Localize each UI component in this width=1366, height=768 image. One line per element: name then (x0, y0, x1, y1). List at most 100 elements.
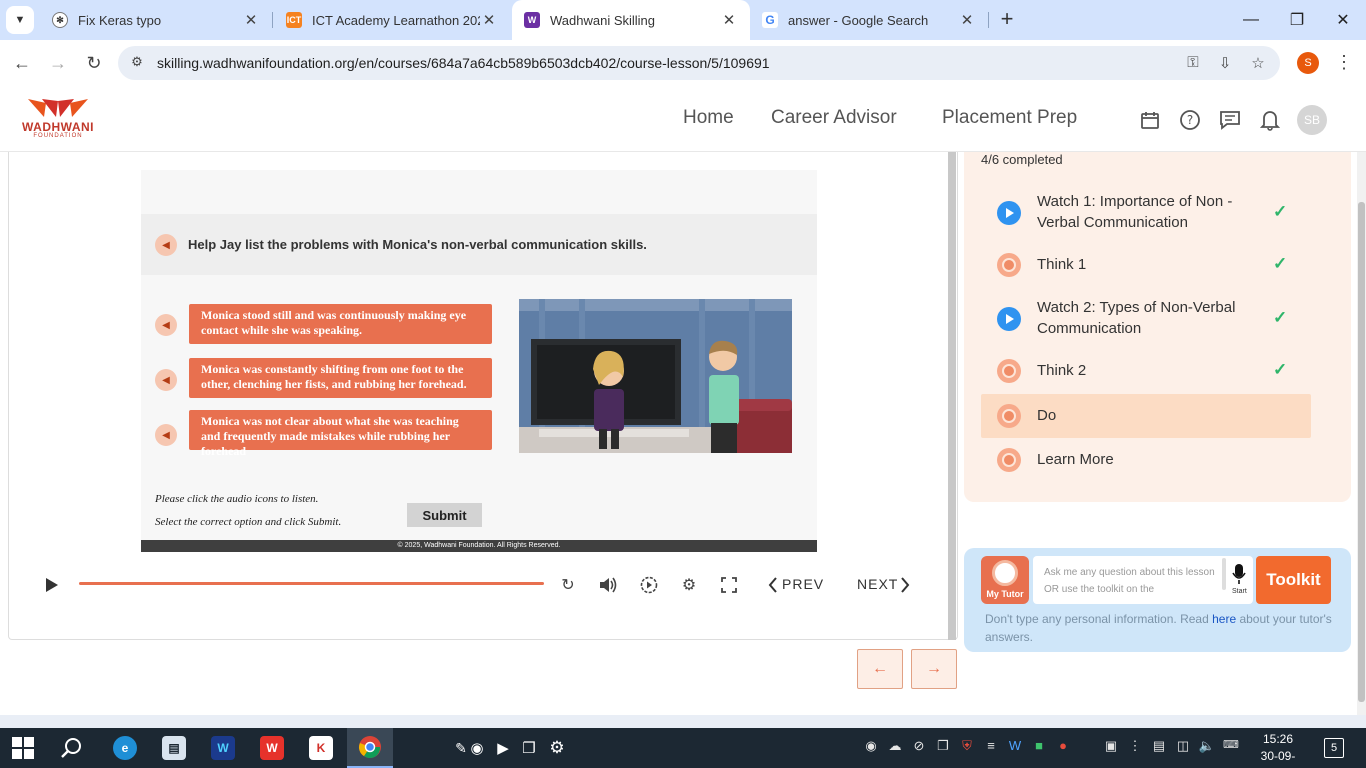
disclaimer-link[interactable]: here (1212, 612, 1236, 626)
playback-speed-icon[interactable] (638, 574, 660, 596)
new-tab-button[interactable]: + (996, 8, 1018, 32)
gear-icon[interactable]: ⚙ (544, 728, 570, 768)
chat-icon[interactable] (1217, 107, 1243, 133)
app-icon[interactable]: K (298, 728, 344, 768)
option-audio-button[interactable]: ◀ (155, 369, 177, 391)
tray-icon[interactable]: W (1006, 738, 1024, 756)
nav-career-advisor[interactable]: Career Advisor (771, 107, 897, 129)
network-icon[interactable]: ◫ (1174, 738, 1192, 756)
video-icon[interactable]: ▶ (492, 728, 514, 768)
window-icon[interactable]: ❐ (518, 728, 540, 768)
profile-avatar[interactable]: S (1297, 52, 1319, 74)
site-info-icon[interactable]: ⚙ (128, 54, 146, 72)
bookmark-star-icon[interactable]: ☆ (1249, 54, 1267, 72)
tray-icon[interactable]: ≡ (982, 738, 1000, 756)
tray-icon[interactable]: ◉ (862, 738, 880, 756)
outline-item-think-1[interactable]: Think 1 ✓ (981, 243, 1311, 287)
network-off-icon[interactable]: ⊘ (910, 738, 928, 756)
play-icon[interactable] (42, 574, 62, 596)
answer-option-2[interactable]: Monica was constantly shifting from one … (189, 358, 492, 398)
install-app-icon[interactable]: ⇩ (1216, 54, 1234, 72)
volume-icon[interactable] (597, 574, 619, 596)
nav-placement-prep[interactable]: Placement Prep (942, 107, 1077, 129)
settings-gear-icon[interactable]: ⚙ (678, 574, 700, 596)
option-audio-button[interactable]: ◀ (155, 314, 177, 336)
shield-icon[interactable]: ⛨ (958, 738, 976, 756)
close-tab-icon[interactable]: ✕ (720, 11, 738, 29)
browser-tab[interactable]: G answer - Google Search ✕ (750, 0, 988, 40)
search-icon[interactable] (49, 728, 95, 768)
edge-browser-icon[interactable]: e (102, 728, 148, 768)
toolkit-button[interactable]: Toolkit (1256, 556, 1331, 604)
input-scrollbar[interactable] (1222, 558, 1226, 590)
language-icon[interactable]: ⌨ (1222, 738, 1240, 756)
outline-item-watch-2[interactable]: Watch 2: Types of Non-Verbal Communicati… (981, 297, 1311, 341)
close-window-button[interactable]: ✕ (1320, 0, 1366, 40)
submit-button[interactable]: Submit (407, 503, 482, 527)
my-tutor-button[interactable]: My Tutor (981, 556, 1029, 604)
taskbar-clock[interactable]: 15:26 30-09-2025 (1248, 731, 1308, 768)
microphone-icon[interactable] (1232, 563, 1246, 585)
next-button[interactable]: NEXT (857, 576, 898, 592)
seek-bar[interactable] (79, 582, 544, 585)
fullscreen-icon[interactable] (718, 574, 740, 596)
player-scrollbar[interactable] (948, 152, 956, 640)
outline-item-think-2[interactable]: Think 2 ✓ (981, 349, 1311, 393)
forward-arrow-icon[interactable]: → (45, 50, 71, 76)
url-text[interactable]: skilling.wadhwanifoundation.org/en/cours… (157, 55, 770, 71)
user-avatar[interactable]: SB (1297, 105, 1327, 135)
tab-separator (988, 12, 989, 28)
answer-option-1[interactable]: Monica stood still and was continuously … (189, 304, 492, 344)
next-lesson-button[interactable]: → (911, 649, 957, 689)
app-icon[interactable]: ▤ (151, 728, 197, 768)
chrome-icon[interactable] (347, 728, 393, 768)
option-audio-button[interactable]: ◀ (155, 424, 177, 446)
reload-icon[interactable]: ↻ (81, 50, 107, 76)
camera-icon[interactable]: ◉ (466, 728, 488, 768)
more-menu-icon[interactable]: ⋮ (1335, 52, 1353, 74)
replay-icon[interactable]: ↻ (557, 574, 579, 596)
notification-center-icon[interactable]: 5 (1324, 738, 1344, 758)
tray-icon[interactable]: ▣ (1102, 738, 1120, 756)
outline-item-learn-more[interactable]: Learn More (981, 438, 1311, 482)
browser-tab-active[interactable]: W Wadhwani Skilling ✕ (512, 0, 750, 40)
chevron-right-icon[interactable] (898, 574, 912, 596)
window-icon[interactable]: ❐ (934, 738, 952, 756)
page-scrollbar[interactable] (1357, 152, 1366, 715)
ict-icon: ICT (286, 12, 302, 28)
browser-tab[interactable]: ✻ Fix Keras typo ✕ (40, 0, 272, 40)
chevron-left-icon[interactable] (766, 574, 780, 596)
close-tab-icon[interactable]: ✕ (480, 11, 498, 29)
volume-muted-icon[interactable]: 🔈 (1198, 738, 1216, 756)
wadhwani-logo[interactable]: WADHWANI FOUNDATION (16, 97, 100, 141)
address-bar[interactable]: ⚙ skilling.wadhwanifoundation.org/en/cou… (118, 46, 1280, 80)
outline-item-watch-1[interactable]: Watch 1: Importance of Non - Verbal Comm… (981, 191, 1311, 235)
restore-window-button[interactable]: ❐ (1274, 0, 1320, 40)
browser-tab[interactable]: ICT ICT Academy Learnathon 2025 | ✕ (274, 0, 510, 40)
wps-icon[interactable]: W (249, 728, 295, 768)
question-audio-button[interactable]: ◀ (155, 234, 177, 256)
minimize-window-button[interactable]: — (1228, 0, 1274, 40)
help-icon[interactable]: ? (1177, 107, 1203, 133)
cloud-icon[interactable]: ☁ (886, 738, 904, 756)
tray-icon[interactable]: ▤ (1150, 738, 1168, 756)
back-arrow-icon[interactable]: ← (9, 50, 35, 76)
scrollbar-thumb[interactable] (1358, 202, 1365, 702)
password-key-icon[interactable]: ⚿ (1184, 54, 1202, 72)
tab-search-button[interactable]: ▼ (6, 6, 34, 34)
answer-option-3[interactable]: Monica was not clear about what she was … (189, 410, 492, 458)
notification-bell-icon[interactable] (1257, 107, 1283, 133)
close-tab-icon[interactable]: ✕ (242, 11, 260, 29)
prev-button[interactable]: PREV (782, 576, 824, 592)
calendar-icon[interactable] (1137, 107, 1163, 133)
tray-icon[interactable]: ■ (1030, 738, 1048, 756)
close-tab-icon[interactable]: ✕ (958, 11, 976, 29)
record-icon[interactable]: ● (1054, 738, 1072, 756)
usb-icon[interactable]: ⋮ (1126, 738, 1144, 756)
windows-start-icon[interactable] (0, 728, 46, 768)
nav-home[interactable]: Home (683, 107, 734, 129)
outline-item-do[interactable]: Do (981, 394, 1311, 438)
tutor-question-input[interactable]: Ask me any question about this lesson OR… (1033, 556, 1253, 604)
app-icon[interactable]: W (200, 728, 246, 768)
previous-lesson-button[interactable]: ← (857, 649, 903, 689)
